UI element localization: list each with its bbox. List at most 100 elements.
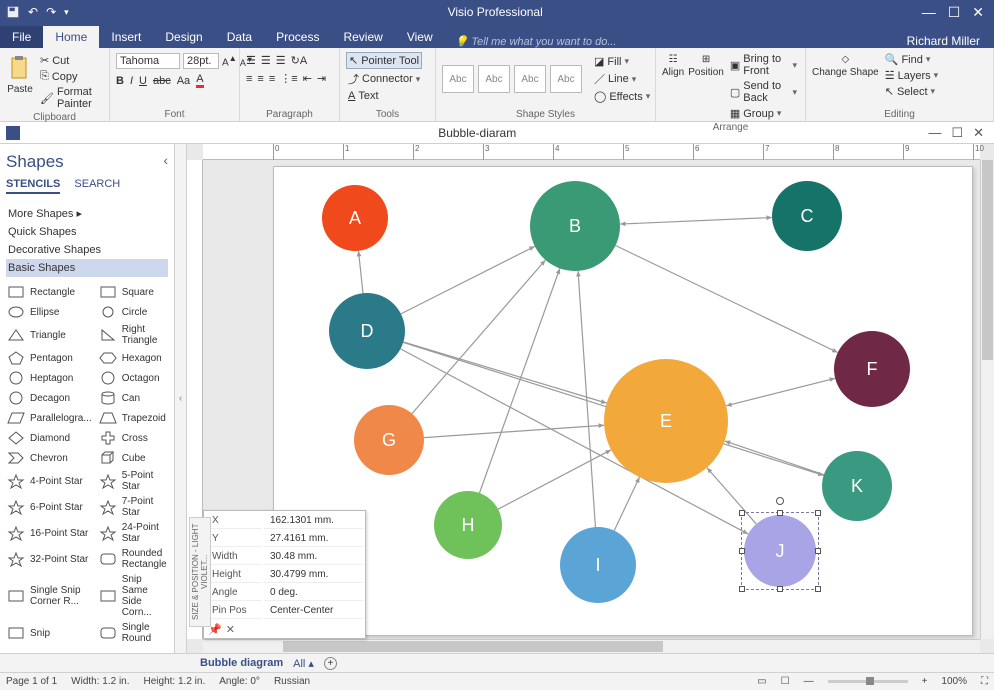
bubble-K[interactable]: K (822, 451, 892, 521)
drawing-canvas[interactable]: ABCDEFGHIJK SIZE & POSITION - LIGHT VIOL… (203, 160, 980, 639)
tab-review[interactable]: Review (331, 26, 394, 48)
copy-button[interactable]: ⎘Copy (38, 69, 103, 84)
shape-stencil-item[interactable]: 4-Point Star (6, 469, 92, 493)
page-tab-all[interactable]: All ▴ (293, 657, 314, 670)
shape-stencil-item[interactable]: Single Snip Corner R... (6, 573, 92, 619)
send-to-back-button[interactable]: ▢Send to Back (728, 79, 799, 105)
shape-stencil-item[interactable]: Snip Same Side Corn... (98, 573, 168, 619)
shape-stencil-item[interactable]: Heptagon (6, 369, 92, 387)
align-top-icon[interactable]: ☰ (246, 54, 256, 67)
zoom-value[interactable]: 100% (941, 676, 967, 687)
shape-stencil-item[interactable]: 24-Point Star (98, 521, 168, 545)
text-tool-button[interactable]: AText (346, 89, 381, 103)
sp-value[interactable]: 30.4799 mm. (264, 567, 363, 583)
align-center-icon[interactable]: ≡ (257, 73, 263, 85)
line-button[interactable]: ／Line (592, 70, 652, 88)
bubble-F[interactable]: F (834, 331, 910, 407)
shape-stencil-item[interactable]: Rounded Rectangle (98, 547, 168, 571)
connector-tool-button[interactable]: ⤴Connector (346, 70, 422, 88)
sp-value[interactable]: 30.48 mm. (264, 549, 363, 565)
tab-file[interactable]: File (0, 26, 43, 48)
shape-stencil-item[interactable]: Can (98, 389, 168, 407)
layers-button[interactable]: ☱Layers (883, 68, 940, 83)
style-preset-4[interactable]: Abc (550, 65, 582, 93)
resize-handle[interactable] (739, 510, 745, 516)
zoom-slider[interactable] (828, 680, 908, 683)
tab-design[interactable]: Design (153, 26, 214, 48)
select-button[interactable]: ↖Select (883, 84, 940, 99)
doc-close-icon[interactable]: ✕ (973, 125, 984, 141)
pointer-tool-button[interactable]: ↖Pointer Tool (346, 52, 422, 69)
style-preset-1[interactable]: Abc (442, 65, 474, 93)
tab-insert[interactable]: Insert (99, 26, 153, 48)
sp-close-icon[interactable]: ✕ (226, 623, 235, 636)
tab-home[interactable]: Home (43, 26, 99, 48)
status-language[interactable]: Russian (274, 676, 310, 687)
align-right-icon[interactable]: ≡ (269, 73, 275, 85)
bubble-A[interactable]: A (322, 185, 388, 251)
format-painter-button[interactable]: 🖌Format Painter (38, 85, 103, 111)
italic-button[interactable]: I (130, 75, 133, 87)
fill-button[interactable]: ◪Fill (592, 54, 652, 69)
indent-less-icon[interactable]: ⇤ (303, 72, 312, 85)
shape-stencil-item[interactable]: Snip (6, 621, 92, 645)
underline-button[interactable]: U (139, 75, 147, 87)
shape-stencil-item[interactable]: Right Triangle (98, 323, 168, 347)
horizontal-scrollbar[interactable] (203, 639, 980, 653)
tab-data[interactable]: Data (215, 26, 264, 48)
effects-button[interactable]: ◯Effects (592, 89, 652, 104)
shape-stencil-item[interactable]: Rectangle (6, 283, 92, 301)
shape-stencil-item[interactable]: 16-Point Star (6, 521, 92, 545)
bring-to-front-button[interactable]: ▣Bring to Front (728, 52, 799, 78)
shape-stencil-item[interactable]: Decagon (6, 389, 92, 407)
sp-value[interactable]: Center-Center (264, 603, 363, 619)
position-button[interactable]: ⊞Position (688, 50, 724, 78)
sp-value[interactable]: 162.1301 mm. (264, 513, 363, 529)
shape-stencil-item[interactable]: Chevron (6, 449, 92, 467)
shape-stencil-item[interactable]: Cross (98, 429, 168, 447)
bubble-G[interactable]: G (354, 405, 424, 475)
resize-handle[interactable] (777, 510, 783, 516)
shape-stencil-item[interactable]: 5-Point Star (98, 469, 168, 493)
minimize-icon[interactable]: — (922, 4, 936, 21)
shapes-pane-close-icon[interactable]: ‹ (163, 152, 168, 168)
shapes-category[interactable]: Quick Shapes (6, 223, 168, 241)
shape-stencil-item[interactable]: 32-Point Star (6, 547, 92, 571)
shape-stencil-item[interactable]: 6-Point Star (6, 495, 92, 519)
doc-minimize-icon[interactable]: — (928, 125, 941, 141)
bullets-icon[interactable]: ⋮≡ (280, 72, 297, 85)
shape-stencil-item[interactable]: Cube (98, 449, 168, 467)
shape-stencil-item[interactable]: Pentagon (6, 349, 92, 367)
shape-stencil-item[interactable]: Trapezoid (98, 409, 168, 427)
resize-handle[interactable] (815, 510, 821, 516)
find-button[interactable]: 🔍Find (883, 52, 940, 67)
shapes-category[interactable]: More Shapes ▸ (6, 204, 168, 223)
shapes-tab-stencils[interactable]: STENCILS (6, 178, 60, 194)
grow-font-icon[interactable]: A▲ (222, 53, 237, 68)
align-middle-icon[interactable]: ☰ (261, 54, 271, 67)
orientation-icon[interactable]: ↻A (291, 54, 308, 67)
font-name-select[interactable]: Tahoma (116, 53, 180, 69)
add-page-button[interactable]: + (324, 657, 337, 670)
zoom-out-button[interactable]: — (804, 676, 814, 687)
bubble-E[interactable]: E (604, 359, 728, 483)
shapes-category[interactable]: Decorative Shapes (6, 241, 168, 259)
group-button[interactable]: ▦Group (728, 106, 799, 121)
shapes-tab-search[interactable]: SEARCH (74, 178, 120, 194)
close-icon[interactable]: ✕ (972, 4, 984, 21)
paste-button[interactable]: Paste (6, 50, 34, 95)
resize-handle[interactable] (739, 548, 745, 554)
change-case-button[interactable]: Aa (177, 75, 190, 87)
bubble-I[interactable]: I (560, 527, 636, 603)
bubble-H[interactable]: H (434, 491, 502, 559)
bubble-C[interactable]: C (772, 181, 842, 251)
fit-to-window-icon[interactable]: ⛶ (981, 676, 988, 687)
tab-process[interactable]: Process (264, 26, 331, 48)
shape-stencil-item[interactable]: Diamond (6, 429, 92, 447)
sp-value[interactable]: 27.4161 mm. (264, 531, 363, 547)
zoom-in-button[interactable]: + (922, 676, 928, 687)
tell-me-search[interactable]: 💡 Tell me what you want to do... (445, 35, 907, 48)
style-preset-3[interactable]: Abc (514, 65, 546, 93)
strike-button[interactable]: abc (153, 75, 171, 87)
view-normal-icon[interactable]: ☐ (781, 676, 790, 687)
